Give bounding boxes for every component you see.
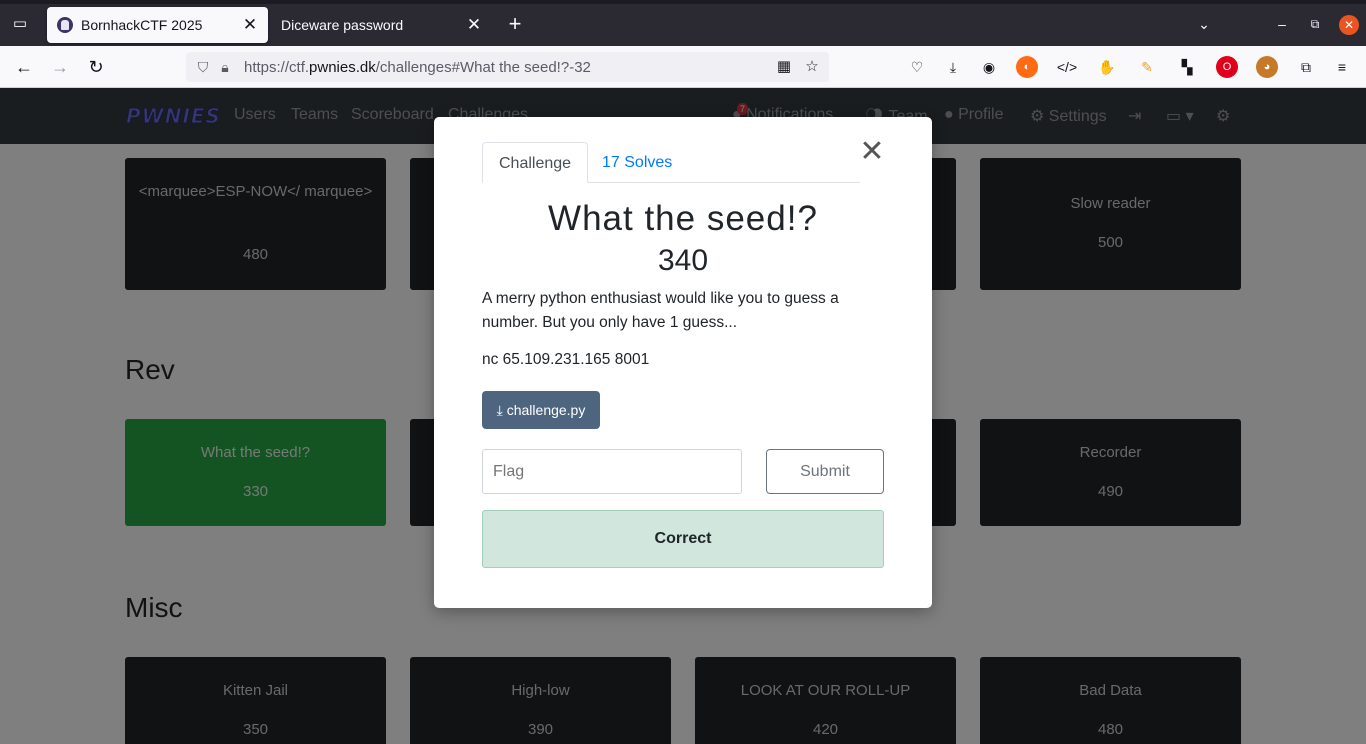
new-tab-button[interactable]: + [503, 12, 527, 36]
extensions-icon[interactable]: ⧉ [1295, 56, 1317, 78]
qr-code-icon[interactable]: ▦ [774, 57, 794, 75]
challenge-title: What the seed!? [548, 199, 818, 238]
connection-info: nc 65.109.231.165 8001 [482, 351, 650, 368]
flag-input[interactable] [482, 449, 742, 494]
broom-icon[interactable]: ✎ [1136, 56, 1158, 78]
tab-solves[interactable]: 17 Solves [586, 142, 688, 183]
bookmark-star-icon[interactable]: ☆ [802, 57, 822, 75]
url-domain: pwnies.dk [309, 58, 376, 76]
menu-icon[interactable]: ≡ [1331, 56, 1353, 78]
pocket-icon[interactable]: ♡ [906, 56, 928, 78]
challenge-modal: Challenge 17 Solves ✕ What the seed!? 34… [434, 117, 932, 608]
minimize-icon[interactable]: – [1270, 12, 1294, 36]
close-tab-icon[interactable]: ✕ [242, 16, 258, 33]
submit-button[interactable]: Submit [766, 449, 884, 494]
opera-icon[interactable]: O [1216, 56, 1238, 78]
modal-tabs: Challenge 17 Solves [482, 142, 860, 183]
challenge-points: 340 [657, 244, 709, 277]
result-alert: Correct [482, 510, 884, 568]
lock-icon[interactable]: 🔒︎ [214, 59, 236, 76]
tab-challenge[interactable]: Challenge [482, 142, 589, 183]
close-tab-icon[interactable]: ✕ [466, 16, 482, 33]
restore-icon[interactable]: ⧉ [1303, 12, 1327, 36]
forward-icon[interactable]: → [48, 55, 72, 79]
gnome-icon[interactable]: ✋ [1096, 56, 1118, 78]
window-close-icon[interactable]: ✕ [1339, 15, 1359, 35]
account-icon[interactable]: ◉ [978, 56, 1000, 78]
download-file-button[interactable]: ⤓ challenge.py [482, 391, 600, 429]
tab-title: Diceware password [281, 17, 404, 33]
tampermonkey-icon[interactable]: ◕ [1256, 56, 1278, 78]
list-all-tabs-icon[interactable]: ⌄ [1192, 12, 1216, 36]
download-icon: ⤓ [496, 402, 503, 418]
challenge-description: A merry python enthusiast would like you… [482, 290, 839, 331]
close-icon[interactable]: ✕ [859, 137, 885, 167]
file-name: challenge.py [506, 402, 586, 418]
browser-tab-bar: ▭ BornhackCTF 2025 ✕ Diceware password ✕… [0, 0, 1366, 46]
duckduckgo-icon[interactable]: ◐ [1016, 56, 1038, 78]
tab-title: BornhackCTF 2025 [81, 17, 203, 33]
browser-nav-bar: ← → ↻ ⛉ 🔒︎ https://ctf.pwnies.dk/challen… [0, 46, 1366, 88]
pwnies-favicon-icon [57, 17, 73, 33]
apps-grid-icon[interactable]: ▚ [1176, 56, 1198, 78]
tabbar-top-edge [0, 0, 1366, 4]
url-suffix: /challenges#What the seed!?-32 [375, 58, 591, 76]
tab-list-icon[interactable]: ▭ [8, 12, 32, 36]
shield-icon[interactable]: ⛉ [192, 59, 214, 76]
back-icon[interactable]: ← [12, 55, 36, 79]
url-bar[interactable]: ⛉ 🔒︎ https://ctf.pwnies.dk/challenges#Wh… [186, 52, 829, 82]
tab-diceware[interactable]: Diceware password ✕ [271, 7, 492, 43]
downloads-icon[interactable]: ⤓ [942, 56, 964, 78]
tab-bornhack[interactable]: BornhackCTF 2025 ✕ [47, 7, 268, 43]
devtools-icon[interactable]: </> [1056, 56, 1078, 78]
url-prefix: https://ctf. [244, 58, 310, 76]
reload-icon[interactable]: ↻ [84, 55, 108, 79]
url-text[interactable]: https://ctf.pwnies.dk/challenges#What th… [244, 59, 591, 76]
